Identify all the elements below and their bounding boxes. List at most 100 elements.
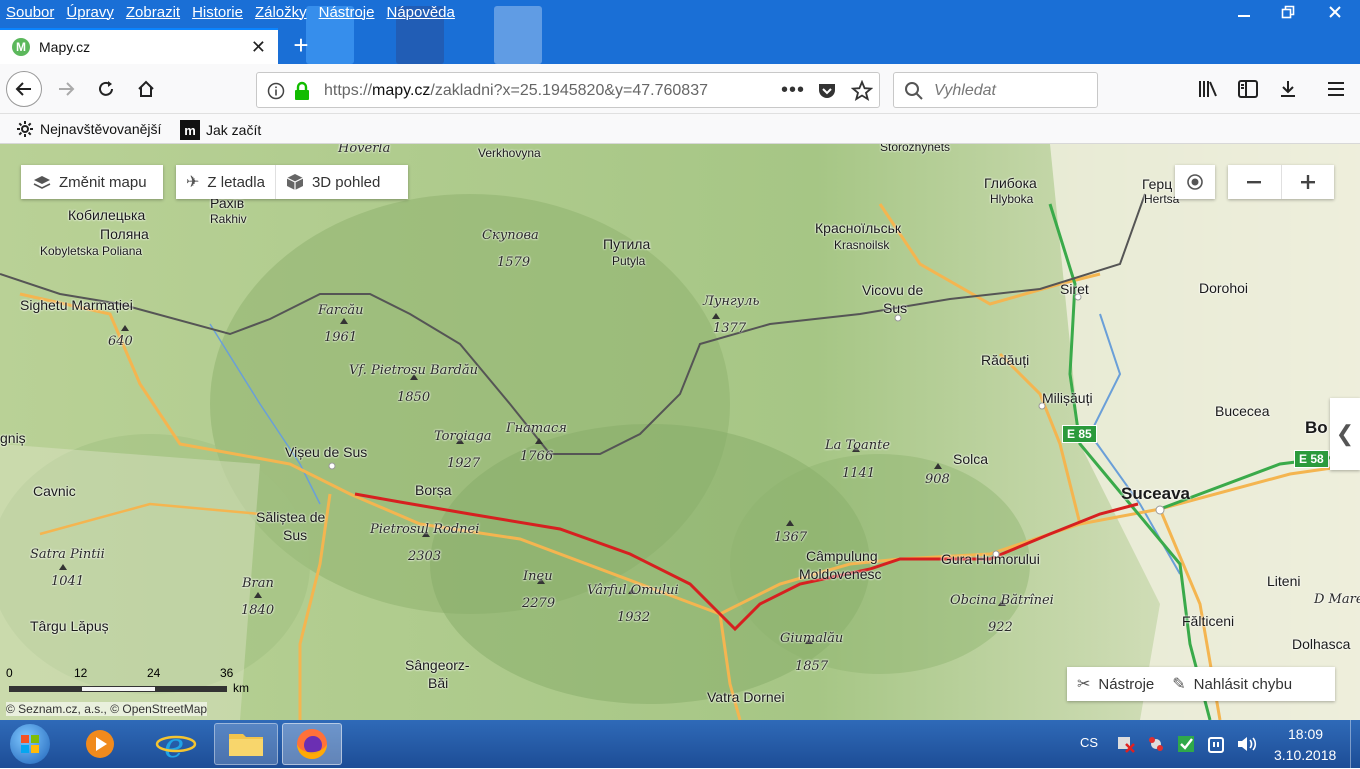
map-label-place: Solca <box>953 451 989 467</box>
download-icon <box>1281 81 1295 97</box>
security-check-icon[interactable] <box>1176 732 1196 754</box>
start-button[interactable] <box>10 724 50 764</box>
map-label-place: Vicovu de <box>862 282 924 298</box>
menu-zobrazit[interactable]: Zobrazit <box>126 4 180 21</box>
home-button[interactable] <box>130 73 162 105</box>
bottom-tools-group: ✂ Nástroje ✎ Nahlásit chybu <box>1067 667 1335 701</box>
volume-icon[interactable] <box>1236 734 1258 754</box>
minimize-button[interactable] <box>1222 0 1266 24</box>
map-label-peak: 1932 <box>617 610 651 625</box>
map-label-peak: 1850 <box>397 390 431 405</box>
from-plane-label: Z letadla <box>207 173 265 191</box>
reload-button[interactable] <box>90 73 122 105</box>
pocket-icon[interactable] <box>817 81 837 101</box>
menu-zalozky[interactable]: Záložky <box>255 4 307 21</box>
map-label-peak: Obcina Bătrînei <box>950 593 1054 608</box>
bookmark-getting-started[interactable]: m Jak začít <box>180 120 261 140</box>
map-label-peak: Bran <box>242 576 274 591</box>
bookmark-star-icon[interactable] <box>851 80 873 102</box>
bookmark-most-visited[interactable]: Nejnavštěvovanější <box>16 120 161 138</box>
library-button[interactable] <box>1192 73 1224 105</box>
deco-tile-icon <box>494 6 542 64</box>
road-shield: E 85 <box>1062 425 1097 443</box>
map-label-place: Глибока <box>984 175 1037 191</box>
internet-explorer-taskbar-button[interactable]: e <box>154 726 198 766</box>
map-label-place: Kobyletska Poliana <box>40 244 143 258</box>
close-window-button[interactable] <box>1310 0 1360 24</box>
url-text[interactable]: https://mapy.cz/zakladni?x=25.1945820&y=… <box>324 82 744 100</box>
browser-tab-active[interactable]: M Mapy.cz ✕ <box>0 28 278 64</box>
media-player-taskbar-button[interactable] <box>80 726 120 762</box>
maximize-button[interactable] <box>1266 0 1310 24</box>
map-label-place: Путила <box>603 236 651 252</box>
firefox-taskbar-button[interactable] <box>282 723 342 765</box>
hamburger-menu-button[interactable] <box>1320 73 1352 105</box>
pencil-icon: ✎ <box>1172 676 1186 693</box>
explorer-taskbar-button[interactable] <box>214 723 278 765</box>
library-icon <box>1199 81 1217 97</box>
search-bar[interactable]: Vyhledat <box>893 72 1098 108</box>
hamburger-icon <box>1328 82 1344 96</box>
plus-icon <box>1300 175 1315 189</box>
menu-nastroje[interactable]: Nástroje <box>319 4 375 21</box>
menu-historie[interactable]: Historie <box>192 4 243 21</box>
menu-napoveda[interactable]: Nápověda <box>386 4 454 21</box>
firefox-icon <box>297 729 327 759</box>
map-label-peak: Лунгуль <box>703 294 760 309</box>
sidebar-icon <box>1238 80 1258 98</box>
folder-icon <box>229 734 263 756</box>
page-actions-icon[interactable]: ••• <box>781 79 805 102</box>
map-label-peak: 1377 <box>713 321 747 336</box>
map-label-peak: D Mare <box>1314 592 1360 607</box>
forward-button[interactable] <box>50 73 82 105</box>
menu-soubor[interactable]: Soubor <box>6 4 54 21</box>
url-bar[interactable]: https://mapy.cz/zakladni?x=25.1945820&y=… <box>256 72 880 108</box>
map-label-place: Cavnic <box>33 483 76 499</box>
search-icon <box>905 82 923 100</box>
change-map-button[interactable]: Změnit mapu <box>21 165 163 199</box>
report-error-button[interactable]: ✎ Nahlásit chybu <box>1164 667 1300 701</box>
map-label-peak: Toroiaga <box>434 429 492 444</box>
locate-me-button[interactable] <box>1175 165 1215 199</box>
info-icon[interactable] <box>267 82 285 100</box>
forward-arrow-icon <box>59 82 75 96</box>
clock-time[interactable]: 18:09 <box>1288 726 1323 742</box>
menu-upravy[interactable]: Úpravy <box>66 4 114 21</box>
map-label-peak: 1367 <box>774 530 808 545</box>
zoom-out-button[interactable] <box>1228 165 1282 199</box>
back-button[interactable] <box>6 71 42 107</box>
tab-close-icon[interactable]: ✕ <box>251 37 266 58</box>
close-icon <box>1329 6 1341 18</box>
3d-view-button[interactable]: 3D pohled <box>276 165 390 199</box>
downloads-button[interactable] <box>1272 73 1304 105</box>
windows-taskbar: e CS 18:09 3.10.2018 <box>0 720 1360 768</box>
map-label-peak: 2303 <box>408 549 442 564</box>
map-canvas[interactable]: Hoverla Verkhovyna Storozhynets Кобилець… <box>0 144 1360 720</box>
map-label-peak: 1840 <box>241 603 275 618</box>
map-label-peak: Скупова <box>482 228 539 243</box>
map-label-peak: Satra Pintii <box>30 547 105 562</box>
tools-button[interactable]: ✂ Nástroje <box>1067 667 1164 701</box>
show-desktop-button[interactable] <box>1350 720 1360 768</box>
new-tab-button[interactable]: + <box>286 30 316 60</box>
network-error-icon[interactable] <box>1116 734 1136 754</box>
map-label-place: Câmpulung <box>806 548 878 564</box>
sidebar-button[interactable] <box>1232 73 1264 105</box>
map-label-place: Liteni <box>1267 573 1301 589</box>
scale-unit: km <box>233 681 249 695</box>
from-plane-button[interactable]: ✈ Z letadla <box>176 165 276 199</box>
map-label-place: Milișăuți <box>1042 390 1093 406</box>
zoom-in-button[interactable] <box>1282 165 1335 199</box>
scale-tick: 0 <box>6 666 13 680</box>
side-panel-toggle[interactable]: ❮ <box>1330 398 1360 470</box>
map-label-peak: Hoverla <box>338 144 391 156</box>
map-label-place: Gura Humorului <box>941 551 1040 567</box>
language-indicator[interactable]: CS <box>1080 735 1098 750</box>
zoom-controls <box>1228 165 1334 199</box>
tray-app-icon[interactable] <box>1146 734 1166 754</box>
map-label-place: Moldovenesc <box>799 566 882 582</box>
map-copyright[interactable]: © Seznam.cz, a.s., © OpenStreetMap <box>6 702 208 716</box>
map-label-place: Dorohoi <box>1199 280 1249 296</box>
clock-date[interactable]: 3.10.2018 <box>1274 747 1336 763</box>
usb-device-icon[interactable] <box>1206 734 1226 754</box>
